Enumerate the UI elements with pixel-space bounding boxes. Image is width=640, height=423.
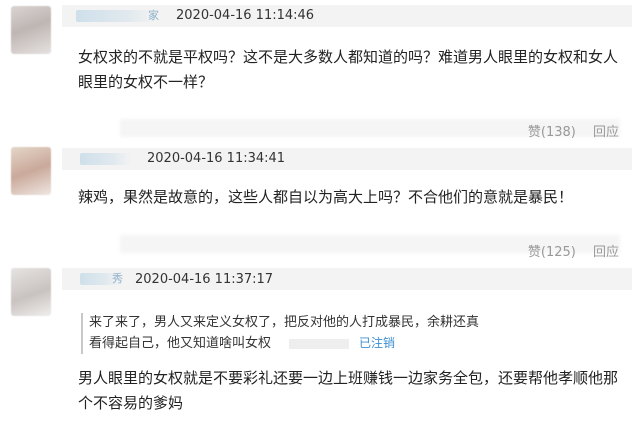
like-label: 赞 [527, 245, 541, 260]
quote-time-blurred [289, 338, 350, 349]
comment-actions: 赞(125) 回应 [515, 245, 619, 261]
quote-line: 来了来了，男人又来定义女权了，把反对他的人打成暴民，余耕还真 [89, 315, 480, 330]
comment-actions: 赞(138) 回应 [515, 125, 619, 141]
timestamp: 2020-04-16 11:34:41 [147, 151, 286, 166]
comment-text: 女权求的不就是平权吗？这不是大多数人都知道的吗？难道男人眼里的女权和女人眼里的女… [78, 48, 619, 91]
username[interactable] [76, 10, 156, 22]
like-button[interactable]: 赞(125) [528, 245, 576, 260]
like-button[interactable]: 赞(138) [528, 125, 576, 140]
quote-line: 看得起自己，他又知道啥叫女权 已注销 [89, 333, 509, 354]
quoted-comment: 来了来了，男人又来定义女权了，把反对他的人打成暴民，余耕还真 看得起自己，他又知… [81, 313, 509, 354]
username[interactable] [80, 153, 132, 165]
deleted-account-label[interactable]: 已注销 [359, 336, 395, 350]
timestamp: 2020-04-16 11:14:46 [176, 8, 315, 23]
username-fragment: 秀 [112, 272, 123, 285]
username-fragment: 家 [148, 9, 159, 22]
like-count: (138) [540, 125, 576, 140]
quote-text: 看得起自己，他又知道啥叫女权 [89, 336, 272, 351]
comment-text: 辣鸡，果然是故意的，这些人都自以为高大上吗？不合他们的意就是暴民！ [78, 188, 574, 206]
avatar[interactable] [11, 6, 51, 54]
reply-button[interactable]: 回应 [593, 125, 619, 140]
avatar[interactable] [11, 268, 51, 316]
avatar[interactable] [11, 147, 51, 195]
like-count: (125) [540, 245, 576, 260]
comment-text: 男人眼里的女权就是不要彩礼还要一边上班赚钱一边家务全包，还要帮他孝顺他那个不容易… [78, 369, 619, 412]
like-label: 赞 [527, 125, 541, 140]
timestamp: 2020-04-16 11:37:17 [135, 272, 274, 287]
reply-button[interactable]: 回应 [593, 245, 619, 260]
